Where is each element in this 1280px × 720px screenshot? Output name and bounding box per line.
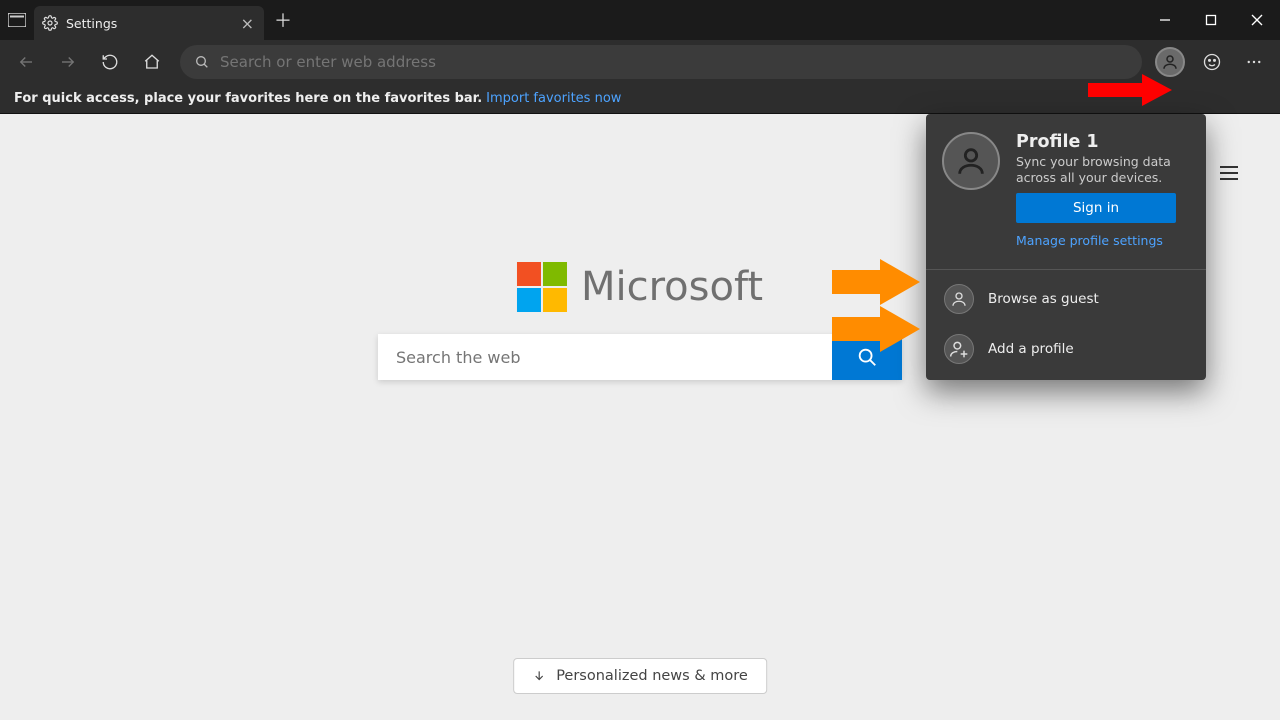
refresh-button[interactable] <box>90 42 130 82</box>
favorites-hint: For quick access, place your favorites h… <box>14 91 482 106</box>
tab-close-button[interactable]: × <box>241 14 254 33</box>
settings-menu-button[interactable] <box>1234 42 1274 82</box>
divider <box>926 269 1206 270</box>
tab-title: Settings <box>66 16 233 31</box>
page-settings-button[interactable] <box>1218 164 1240 182</box>
chevron-down-icon <box>532 669 546 683</box>
avatar-icon <box>1155 47 1185 77</box>
annotation-arrow-guest <box>832 259 920 305</box>
microsoft-logo-icon <box>517 262 567 312</box>
annotation-arrow-profile <box>1088 74 1172 106</box>
import-favorites-link[interactable]: Import favorites now <box>486 91 621 106</box>
personalized-news-button[interactable]: Personalized news & more <box>513 658 767 694</box>
profile-name: Profile 1 <box>1016 132 1190 152</box>
web-search-input[interactable] <box>378 334 832 380</box>
back-button[interactable] <box>6 42 46 82</box>
browse-as-guest-item[interactable]: Browse as guest <box>926 274 1206 324</box>
minimize-button[interactable] <box>1142 0 1188 40</box>
web-search-bar <box>378 334 902 380</box>
profile-popup: Profile 1 Sync your browsing data across… <box>926 114 1206 380</box>
gear-icon <box>42 15 58 31</box>
new-tab-button[interactable]: ＋ <box>268 5 298 35</box>
page-content: Profile 1 Sync your browsing data across… <box>0 114 1280 720</box>
profile-avatar-large <box>942 132 1000 190</box>
annotation-arrow-add-profile <box>832 306 920 352</box>
address-bar[interactable] <box>180 45 1142 79</box>
browse-as-guest-label: Browse as guest <box>988 291 1099 307</box>
search-icon <box>194 54 210 70</box>
close-window-button[interactable] <box>1234 0 1280 40</box>
sign-in-button[interactable]: Sign in <box>1016 193 1176 223</box>
manage-profile-link[interactable]: Manage profile settings <box>1016 233 1163 248</box>
add-profile-label: Add a profile <box>988 341 1074 357</box>
profile-desc: Sync your browsing data across all your … <box>1016 154 1190 185</box>
news-button-label: Personalized news & more <box>556 668 748 684</box>
brand-word: Microsoft <box>581 264 763 310</box>
window-controls <box>1142 0 1280 40</box>
address-input[interactable] <box>220 53 1128 71</box>
app-icon <box>0 0 34 40</box>
brand-block: Microsoft <box>517 262 763 312</box>
title-bar: Settings × ＋ <box>0 0 1280 40</box>
maximize-button[interactable] <box>1188 0 1234 40</box>
forward-button[interactable] <box>48 42 88 82</box>
tab-settings[interactable]: Settings × <box>34 6 264 40</box>
add-profile-icon <box>944 334 974 364</box>
guest-icon <box>944 284 974 314</box>
feedback-button[interactable] <box>1192 42 1232 82</box>
home-button[interactable] <box>132 42 172 82</box>
add-profile-item[interactable]: Add a profile <box>926 324 1206 380</box>
